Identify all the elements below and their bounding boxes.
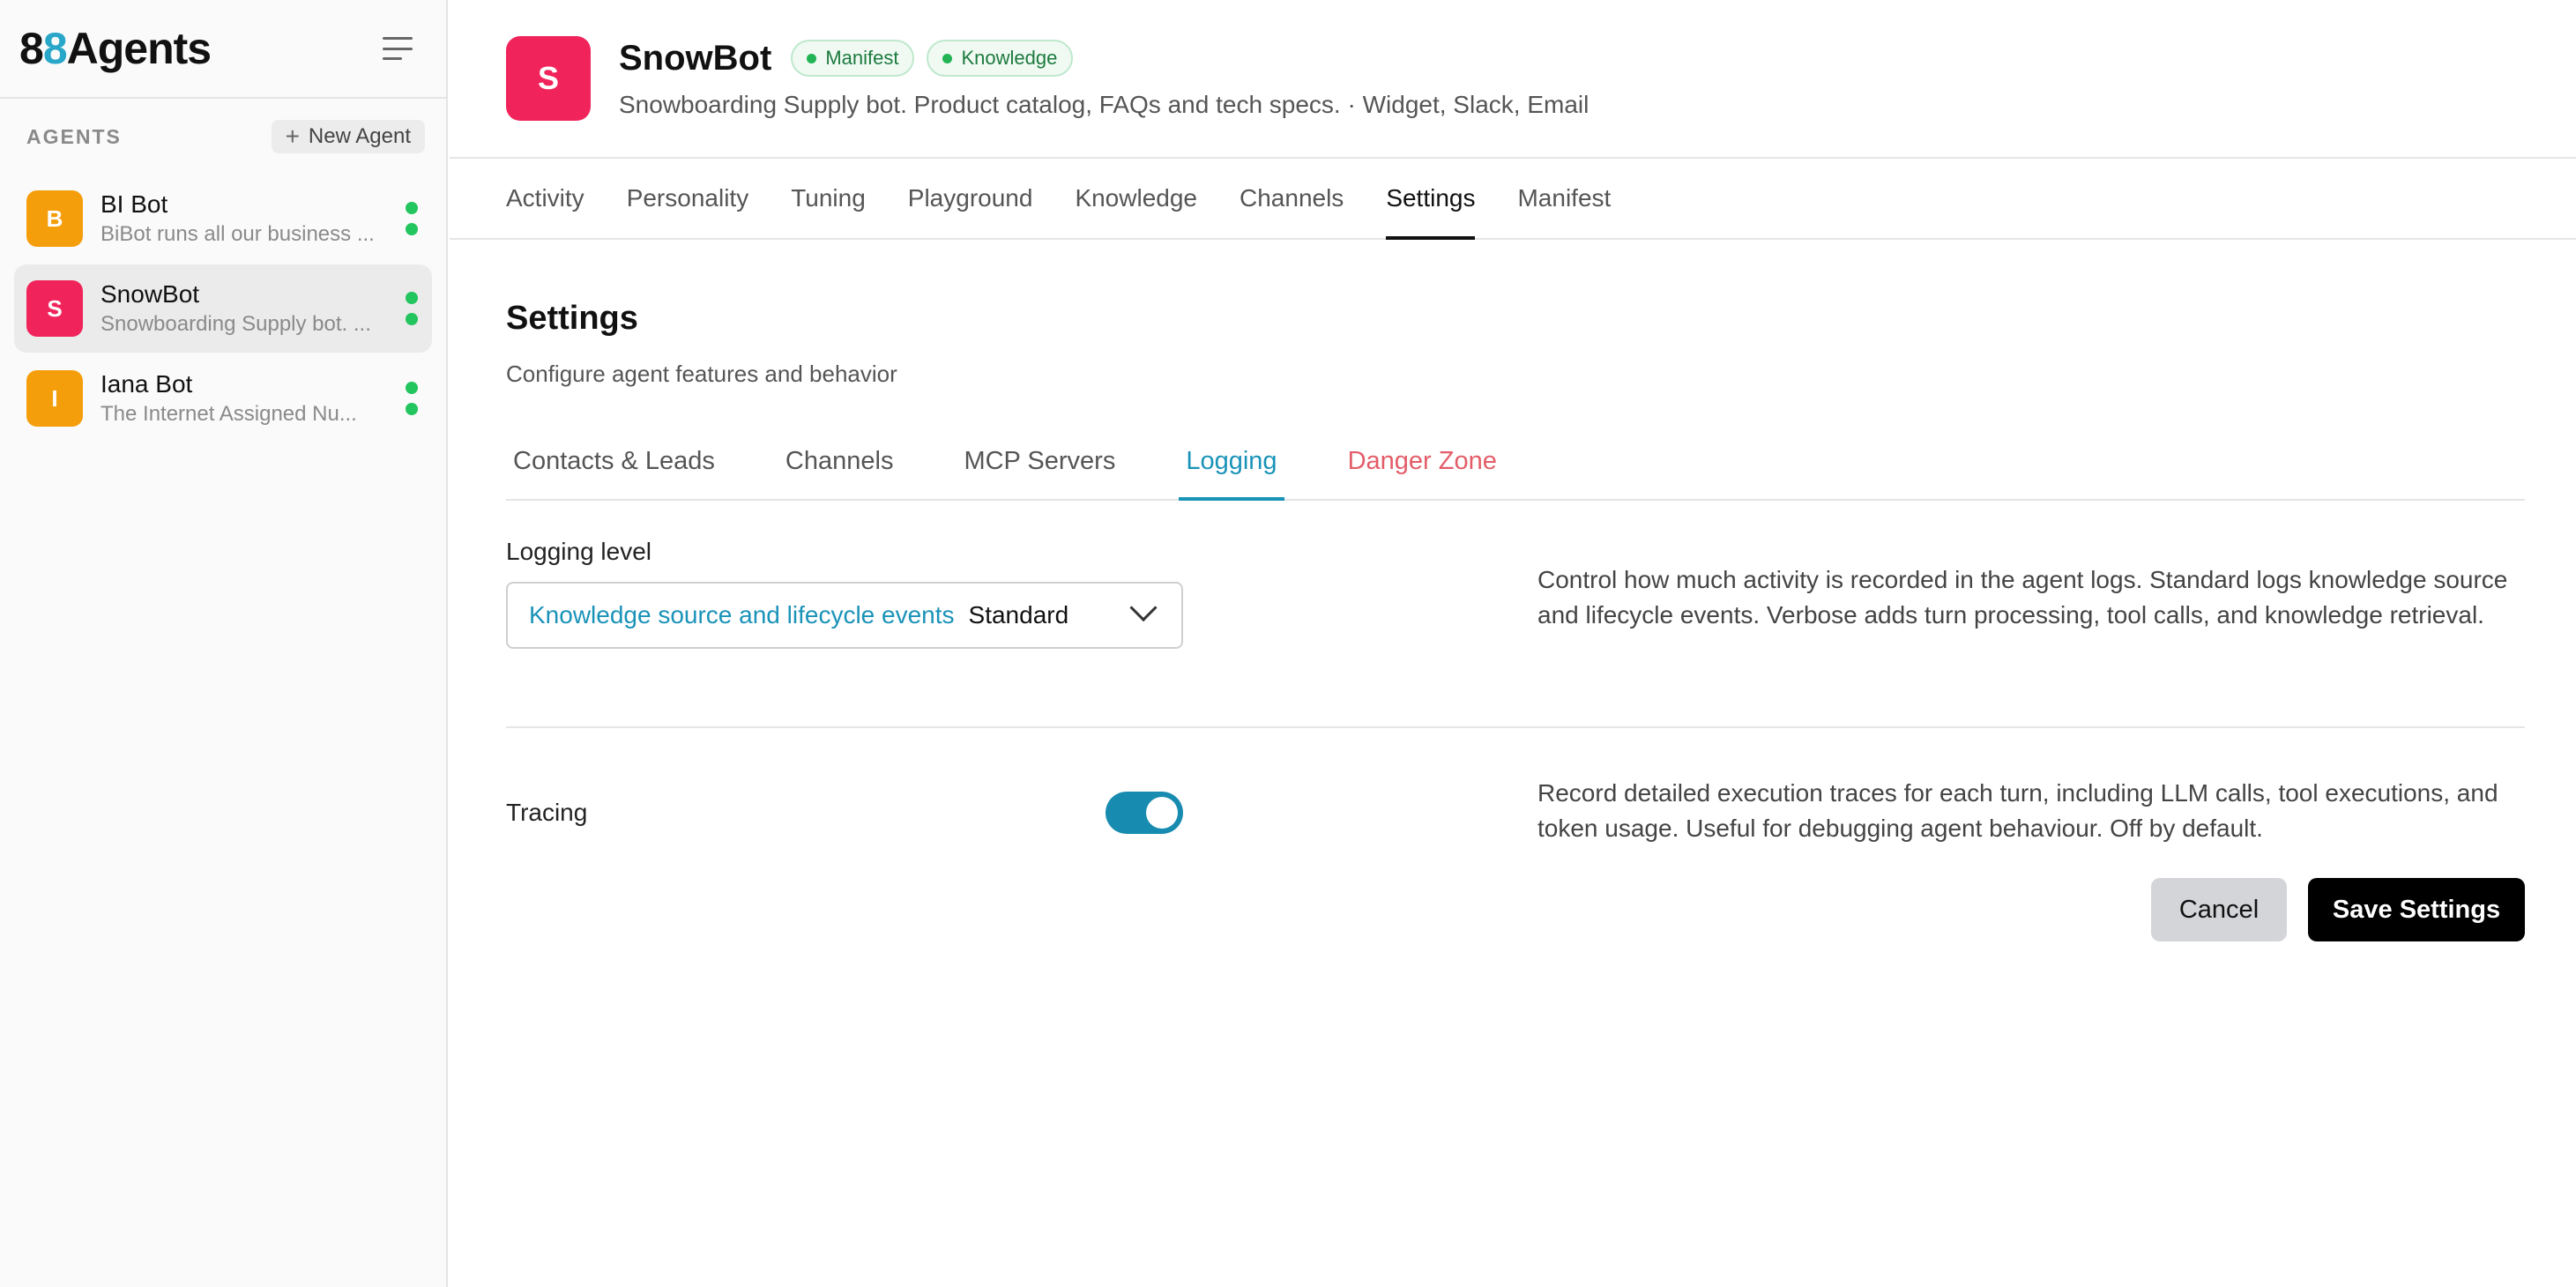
main-panel: S SnowBot Manifest Knowledge Snowboardin… xyxy=(450,0,2576,1287)
badge-label: Knowledge xyxy=(961,47,1058,69)
save-settings-button[interactable]: Save Settings xyxy=(2308,878,2525,941)
tracing-toggle[interactable] xyxy=(1106,792,1183,834)
logging-level-description: Knowledge source and lifecycle events xyxy=(529,601,955,629)
status-dot xyxy=(406,292,418,304)
tab-playground[interactable]: Playground xyxy=(908,159,1033,238)
logo-digit-accent: 8 xyxy=(42,24,68,73)
badge-label: Manifest xyxy=(825,47,899,69)
agent-header: S SnowBot Manifest Knowledge Snowboardin… xyxy=(450,0,2576,159)
agent-desc: BiBot runs all our business ... xyxy=(101,222,375,246)
tab-settings[interactable]: Settings xyxy=(1386,159,1476,240)
settings-subtabs: Contacts & Leads Channels MCP Servers Lo… xyxy=(506,423,2525,501)
agent-list: B BI Bot BiBot runs all our business ...… xyxy=(0,175,446,443)
badge-dot-icon xyxy=(942,53,953,63)
logo-text: Agents xyxy=(66,24,212,73)
status-dot xyxy=(406,382,418,394)
agent-item-bi-bot[interactable]: B BI Bot BiBot runs all our business ... xyxy=(14,175,432,263)
logging-level-select[interactable]: Knowledge source and lifecycle events St… xyxy=(506,582,1183,649)
subtab-channels[interactable]: Channels xyxy=(778,423,901,499)
agent-desc: Snowboarding Supply bot. ... xyxy=(101,312,371,336)
agent-header-avatar: S xyxy=(506,36,591,121)
agents-section-header: AGENTS + New Agent xyxy=(0,99,446,175)
settings-title: Settings xyxy=(506,300,638,337)
tab-tuning[interactable]: Tuning xyxy=(791,159,866,238)
sidebar-header: 88Agents xyxy=(0,0,446,99)
badge-dot-icon xyxy=(807,53,817,63)
logging-level-value: Standard xyxy=(968,601,1069,629)
agent-subtitle: Snowboarding Supply bot. Product catalog… xyxy=(619,90,1590,118)
status-dot xyxy=(406,403,418,415)
subtab-danger-zone[interactable]: Danger Zone xyxy=(1341,423,1504,499)
agent-name: Iana Bot xyxy=(101,370,193,398)
toggle-knob xyxy=(1146,797,1178,829)
app-logo[interactable]: 88Agents xyxy=(19,23,212,74)
main-tabs: Activity Personality Tuning Playground K… xyxy=(450,159,2576,240)
tab-activity[interactable]: Activity xyxy=(506,159,584,238)
settings-actions: Cancel Save Settings xyxy=(506,878,2525,941)
plus-icon: + xyxy=(285,123,300,150)
status-dot xyxy=(406,202,418,214)
settings-subtitle: Configure agent features and behavior xyxy=(506,361,897,387)
knowledge-badge: Knowledge xyxy=(927,40,1074,77)
chevron-down-icon xyxy=(1129,593,1158,622)
tab-manifest[interactable]: Manifest xyxy=(1517,159,1611,238)
subtab-contacts-leads[interactable]: Contacts & Leads xyxy=(506,423,722,499)
agents-section-title: AGENTS xyxy=(26,124,122,148)
cancel-button[interactable]: Cancel xyxy=(2151,878,2287,941)
logging-level-label: Logging level xyxy=(506,538,652,565)
tab-channels[interactable]: Channels xyxy=(1240,159,1344,238)
tracing-help: Record detailed execution traces for eac… xyxy=(1537,779,2498,842)
manifest-badge: Manifest xyxy=(791,40,915,77)
status-indicator xyxy=(406,382,418,415)
subtab-logging[interactable]: Logging xyxy=(1179,423,1284,501)
agent-avatar: I xyxy=(26,370,83,427)
agent-name: SnowBot xyxy=(101,280,200,308)
menu-icon[interactable] xyxy=(383,37,413,60)
page-title: SnowBot xyxy=(619,38,772,78)
new-agent-label: New Agent xyxy=(308,124,411,148)
subtab-mcp-servers[interactable]: MCP Servers xyxy=(957,423,1122,499)
agent-avatar: B xyxy=(26,190,83,247)
agent-name: BI Bot xyxy=(101,190,168,218)
new-agent-button[interactable]: + New Agent xyxy=(271,120,425,153)
agent-item-snowbot[interactable]: S SnowBot Snowboarding Supply bot. ... xyxy=(14,264,432,353)
tracing-row: Tracing Record detailed execution traces… xyxy=(506,728,2525,860)
agent-avatar: S xyxy=(26,280,83,337)
agent-desc: The Internet Assigned Nu... xyxy=(101,402,357,426)
logo-digit: 8 xyxy=(19,24,44,73)
status-indicator xyxy=(406,292,418,325)
status-dot xyxy=(406,313,418,325)
status-indicator xyxy=(406,202,418,235)
logging-level-help: Control how much activity is recorded in… xyxy=(1537,566,2508,629)
sidebar: 88Agents AGENTS + New Agent B BI Bot BiB… xyxy=(0,0,448,1287)
tab-personality[interactable]: Personality xyxy=(627,159,749,238)
agent-item-iana-bot[interactable]: I Iana Bot The Internet Assigned Nu... xyxy=(14,354,432,443)
logging-level-row: Logging level Knowledge source and lifec… xyxy=(506,501,2525,728)
tab-knowledge[interactable]: Knowledge xyxy=(1075,159,1197,238)
tracing-label: Tracing xyxy=(506,799,588,826)
settings-content: Settings Configure agent features and be… xyxy=(450,240,2576,941)
status-dot xyxy=(406,223,418,235)
